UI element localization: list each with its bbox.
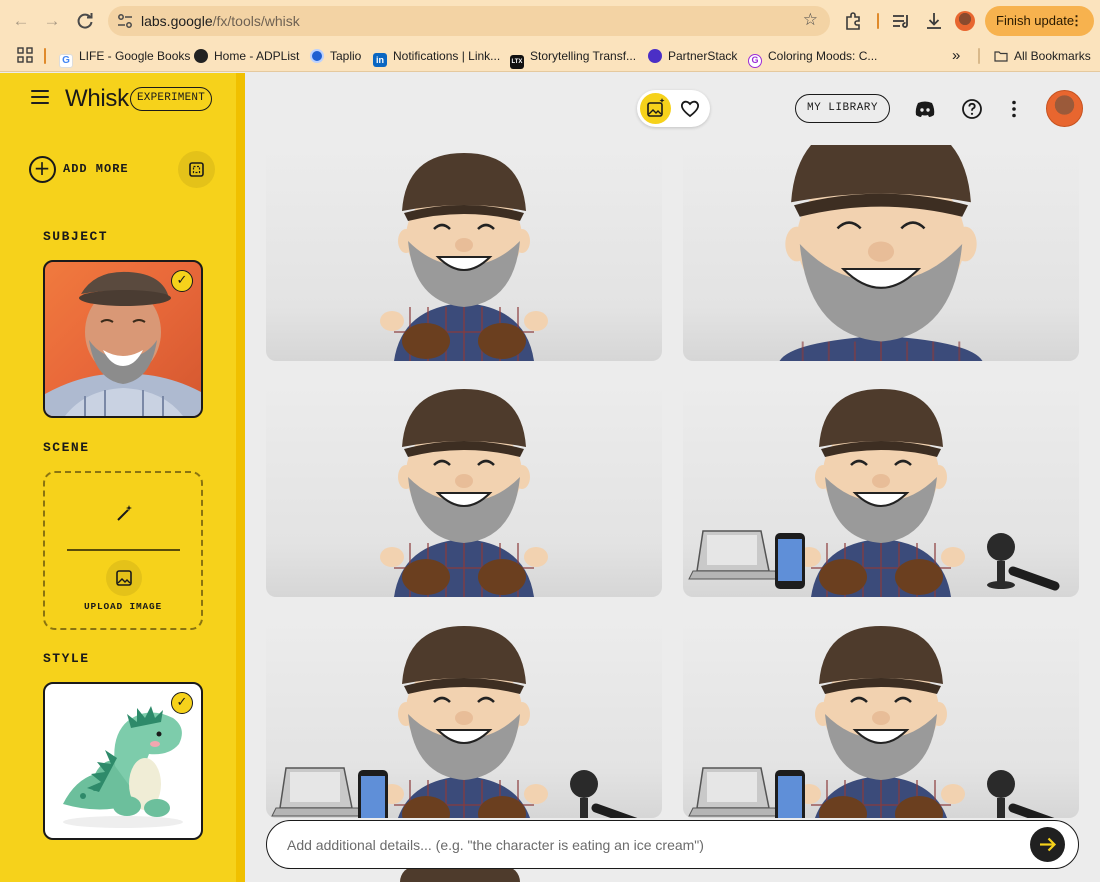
bookmark-taplio[interactable]: Taplio <box>310 46 361 66</box>
subject-image-card[interactable]: ✓ <box>43 260 203 418</box>
linkedin-icon: in <box>373 53 387 67</box>
plush-figure-image <box>779 145 983 361</box>
plush-figure-image <box>688 389 1060 597</box>
more-vertical-icon: ⋮ <box>1070 13 1083 28</box>
selected-check-icon: ✓ <box>171 692 193 714</box>
url-text[interactable]: labs.google/fx/tools/whisk <box>141 13 300 29</box>
google-icon: G <box>59 54 73 68</box>
arrow-right-icon <box>1040 837 1057 852</box>
bookmark-star-icon[interactable]: ☆ <box>803 10 818 30</box>
generated-image-card[interactable] <box>683 618 1079 818</box>
bookmark-storytelling[interactable]: LTX Storytelling Transf... <box>510 46 637 69</box>
aspect-ratio-button[interactable] <box>178 151 215 188</box>
add-more-button[interactable]: + ADD MORE <box>29 156 129 183</box>
style-label: STYLE <box>43 651 90 666</box>
experiment-badge: EXPERIMENT <box>130 87 212 111</box>
prompt-bar <box>266 820 1079 869</box>
taplio-icon <box>310 49 324 63</box>
upload-image-label: UPLOAD IMAGE <box>83 601 162 612</box>
upload-image-button[interactable] <box>106 560 142 596</box>
view-toggle[interactable] <box>637 90 710 127</box>
bookmark-label: LIFE - Google Books <box>79 49 191 63</box>
user-avatar[interactable] <box>1046 90 1083 127</box>
finish-update-button[interactable]: Finish update ⋮ <box>985 6 1094 36</box>
style-image-card[interactable]: ✓ <box>43 682 203 840</box>
bookmarks-separator <box>44 48 46 64</box>
site-settings-icon[interactable] <box>116 12 134 30</box>
generated-image-card[interactable] <box>266 145 662 361</box>
generated-image-card[interactable] <box>683 145 1079 361</box>
all-bookmarks-button[interactable]: All Bookmarks <box>994 46 1091 66</box>
profile-avatar-icon[interactable] <box>955 11 975 31</box>
forward-arrow-icon[interactable]: → <box>40 9 64 33</box>
heart-icon[interactable] <box>679 97 701 119</box>
finish-update-label: Finish update <box>996 13 1075 28</box>
url-host: labs.google <box>141 13 213 29</box>
bookmark-adplist[interactable]: Home - ADPList <box>194 46 299 66</box>
bookmark-label: Notifications | Link... <box>393 49 501 63</box>
extensions-icon[interactable] <box>842 10 864 32</box>
folder-icon <box>994 51 1008 62</box>
scene-divider <box>67 549 180 551</box>
address-bar[interactable]: labs.google/fx/tools/whisk ☆ <box>108 6 830 36</box>
apps-grid-icon[interactable] <box>17 47 33 63</box>
download-icon[interactable] <box>923 10 945 32</box>
bookmark-label: Storytelling Transf... <box>530 49 637 63</box>
plush-figure-image <box>271 626 638 818</box>
scene-label: SCENE <box>43 440 90 455</box>
bookmark-coloring-moods[interactable]: G Coloring Moods: C... <box>748 46 878 68</box>
bookmarks-bar: G LIFE - Google Books Home - ADPList Tapl… <box>0 42 1100 70</box>
more-vertical-icon[interactable] <box>1002 97 1026 121</box>
scene-upload-card[interactable]: UPLOAD IMAGE <box>43 471 203 630</box>
bookmark-label: Home - ADPList <box>214 49 300 63</box>
plush-figure-image <box>380 389 548 597</box>
bookmark-life-google-books[interactable]: G LIFE - Google Books <box>59 46 191 68</box>
url-path: /fx/tools/whisk <box>212 13 300 29</box>
generated-image-card[interactable] <box>266 618 662 818</box>
image-sparkle-icon <box>647 98 665 117</box>
partnerstack-icon <box>648 49 662 63</box>
prompt-input[interactable] <box>287 831 1007 859</box>
bookmark-partnerstack[interactable]: PartnerStack <box>648 46 737 66</box>
selected-check-icon: ✓ <box>171 270 193 292</box>
bookmark-label: PartnerStack <box>668 49 738 63</box>
plush-figure-image <box>380 153 548 361</box>
toolbar-separator <box>877 13 879 29</box>
back-arrow-icon[interactable]: ← <box>9 9 33 33</box>
bookmarks-separator <box>978 48 980 64</box>
bookmarks-overflow-button[interactable]: » <box>952 46 960 66</box>
help-icon[interactable] <box>960 97 984 121</box>
frame-icon <box>189 162 204 177</box>
generated-image-card[interactable] <box>266 381 662 597</box>
discord-icon[interactable] <box>913 97 937 121</box>
browser-chrome: ← → labs.google/fx/tools/whisk ☆ Finish … <box>0 0 1100 72</box>
media-queue-icon[interactable] <box>890 10 912 32</box>
bookmark-label: Taplio <box>330 49 362 63</box>
coloring-icon: G <box>748 54 762 68</box>
plush-figure-image <box>688 626 1055 818</box>
bookmark-label: Coloring Moods: C... <box>768 49 878 63</box>
image-icon <box>116 570 132 586</box>
plus-circle-icon: + <box>29 156 56 183</box>
ltx-icon: LTX <box>510 55 524 69</box>
subject-label: SUBJECT <box>43 229 109 244</box>
app-title: Whisk <box>65 85 129 112</box>
all-bookmarks-label: All Bookmarks <box>1014 49 1091 63</box>
browser-toolbar: ← → labs.google/fx/tools/whisk ☆ Finish … <box>0 0 1100 42</box>
add-more-label: ADD MORE <box>63 162 129 176</box>
generated-image-card[interactable] <box>683 381 1079 597</box>
adplist-icon <box>194 49 208 63</box>
sidebar-edge <box>236 73 245 882</box>
reload-icon[interactable] <box>73 9 97 33</box>
send-button[interactable] <box>1030 827 1065 862</box>
my-library-button[interactable]: MY LIBRARY <box>795 94 890 123</box>
bookmark-linkedin-notifications[interactable]: in Notifications | Link... <box>373 46 501 67</box>
menu-icon[interactable] <box>31 90 49 104</box>
generated-images-tab[interactable] <box>640 93 671 124</box>
magic-wand-icon[interactable] <box>115 503 135 523</box>
